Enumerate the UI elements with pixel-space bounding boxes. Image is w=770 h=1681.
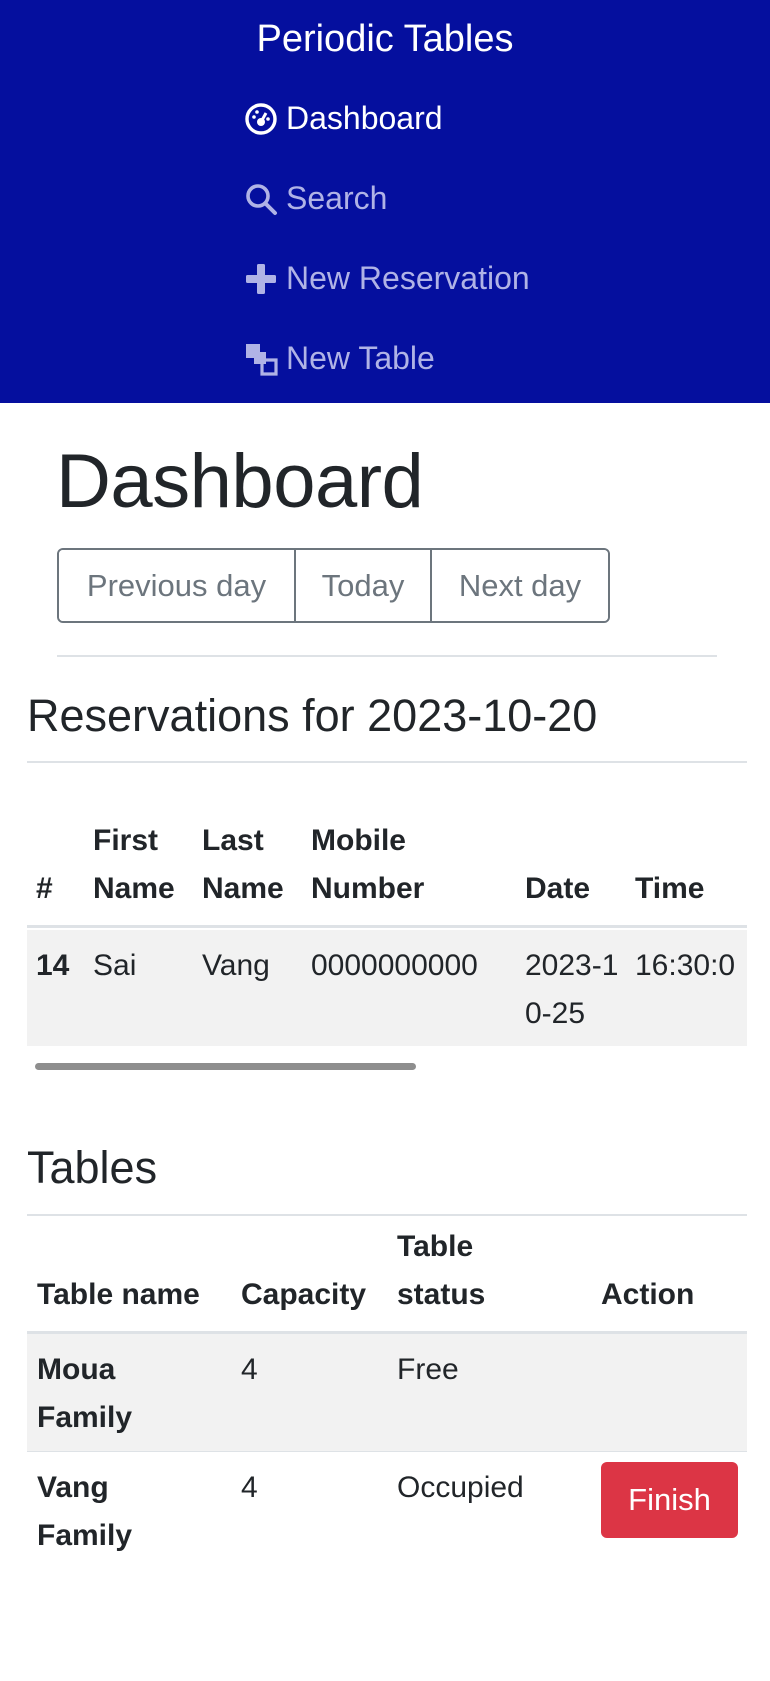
plus-icon bbox=[244, 262, 278, 296]
table-row: 14 Sai Vang 0000000000 2023-10-25 16:30:… bbox=[27, 930, 747, 1046]
column-header-table-name: Table name bbox=[37, 1278, 200, 1311]
column-header-time: Time bbox=[635, 872, 705, 905]
time-cell: 16:30:0 bbox=[635, 949, 736, 982]
table-status-cell: Occupied bbox=[397, 1471, 524, 1504]
previous-day-button[interactable]: Previous day bbox=[59, 550, 294, 621]
tables-heading: Tables bbox=[27, 1142, 158, 1193]
nav-item-label: New Table bbox=[286, 340, 435, 376]
table-name-cell: Vang Family bbox=[37, 1471, 133, 1552]
column-header-mobile-number: Mobile Number bbox=[311, 824, 425, 905]
column-header-date: Date bbox=[525, 872, 591, 905]
today-button[interactable]: Today bbox=[294, 550, 430, 621]
app-title[interactable]: Periodic Tables bbox=[0, 18, 770, 61]
horizontal-scrollbar[interactable] bbox=[35, 1063, 416, 1070]
main-navigation: Periodic Tables Dashboard Search New Res… bbox=[0, 0, 770, 403]
capacity-cell: 4 bbox=[241, 1353, 258, 1386]
table-status-cell: Free bbox=[397, 1353, 459, 1386]
mobile-number-cell: 0000000000 bbox=[311, 949, 478, 982]
column-header-table-status: Table status bbox=[397, 1230, 486, 1311]
nav-item-label: Dashboard bbox=[286, 100, 443, 136]
page-title: Dashboard bbox=[56, 439, 424, 524]
table-name-cell: Moua Family bbox=[37, 1353, 133, 1434]
layers-icon bbox=[244, 342, 278, 376]
nav-item-dashboard[interactable]: Dashboard bbox=[244, 100, 443, 137]
table-header-row: Table name Capacity Table status Action bbox=[27, 1218, 747, 1334]
column-header-last-name: Last Name bbox=[202, 824, 284, 905]
reservations-heading: Reservations for 2023-10-20 bbox=[27, 690, 598, 741]
table-row: Vang Family 4 Occupied Finish bbox=[27, 1452, 747, 1570]
table-row: Moua Family 4 Free bbox=[27, 1334, 747, 1452]
dashboard-icon bbox=[244, 102, 278, 136]
capacity-cell: 4 bbox=[241, 1471, 258, 1504]
column-header-action: Action bbox=[601, 1278, 695, 1311]
column-header-number: # bbox=[36, 872, 53, 905]
divider bbox=[57, 655, 717, 657]
divider bbox=[27, 1214, 747, 1216]
search-icon bbox=[244, 182, 278, 216]
column-header-first-name: First Name bbox=[93, 824, 175, 905]
nav-item-new-table[interactable]: New Table bbox=[244, 340, 435, 377]
reservations-table: # First Name Last Name Mobile Number Dat… bbox=[27, 808, 747, 1046]
finish-button[interactable]: Finish bbox=[601, 1462, 738, 1538]
nav-item-label: New Reservation bbox=[286, 260, 530, 296]
reservation-id: 14 bbox=[36, 949, 70, 982]
tables-table: Table name Capacity Table status Action … bbox=[27, 1218, 747, 1570]
table-header-row: # First Name Last Name Mobile Number Dat… bbox=[27, 808, 747, 928]
date-cell: 2023-10-25 bbox=[525, 949, 619, 1030]
first-name-cell: Sai bbox=[93, 949, 137, 982]
last-name-cell: Vang bbox=[202, 949, 270, 982]
nav-item-new-reservation[interactable]: New Reservation bbox=[244, 260, 530, 297]
nav-item-search[interactable]: Search bbox=[244, 180, 387, 217]
column-header-capacity: Capacity bbox=[241, 1278, 367, 1311]
divider bbox=[27, 761, 747, 763]
day-navigation-group: Previous day Today Next day bbox=[57, 548, 610, 623]
next-day-button[interactable]: Next day bbox=[430, 550, 608, 621]
nav-item-label: Search bbox=[286, 180, 388, 216]
